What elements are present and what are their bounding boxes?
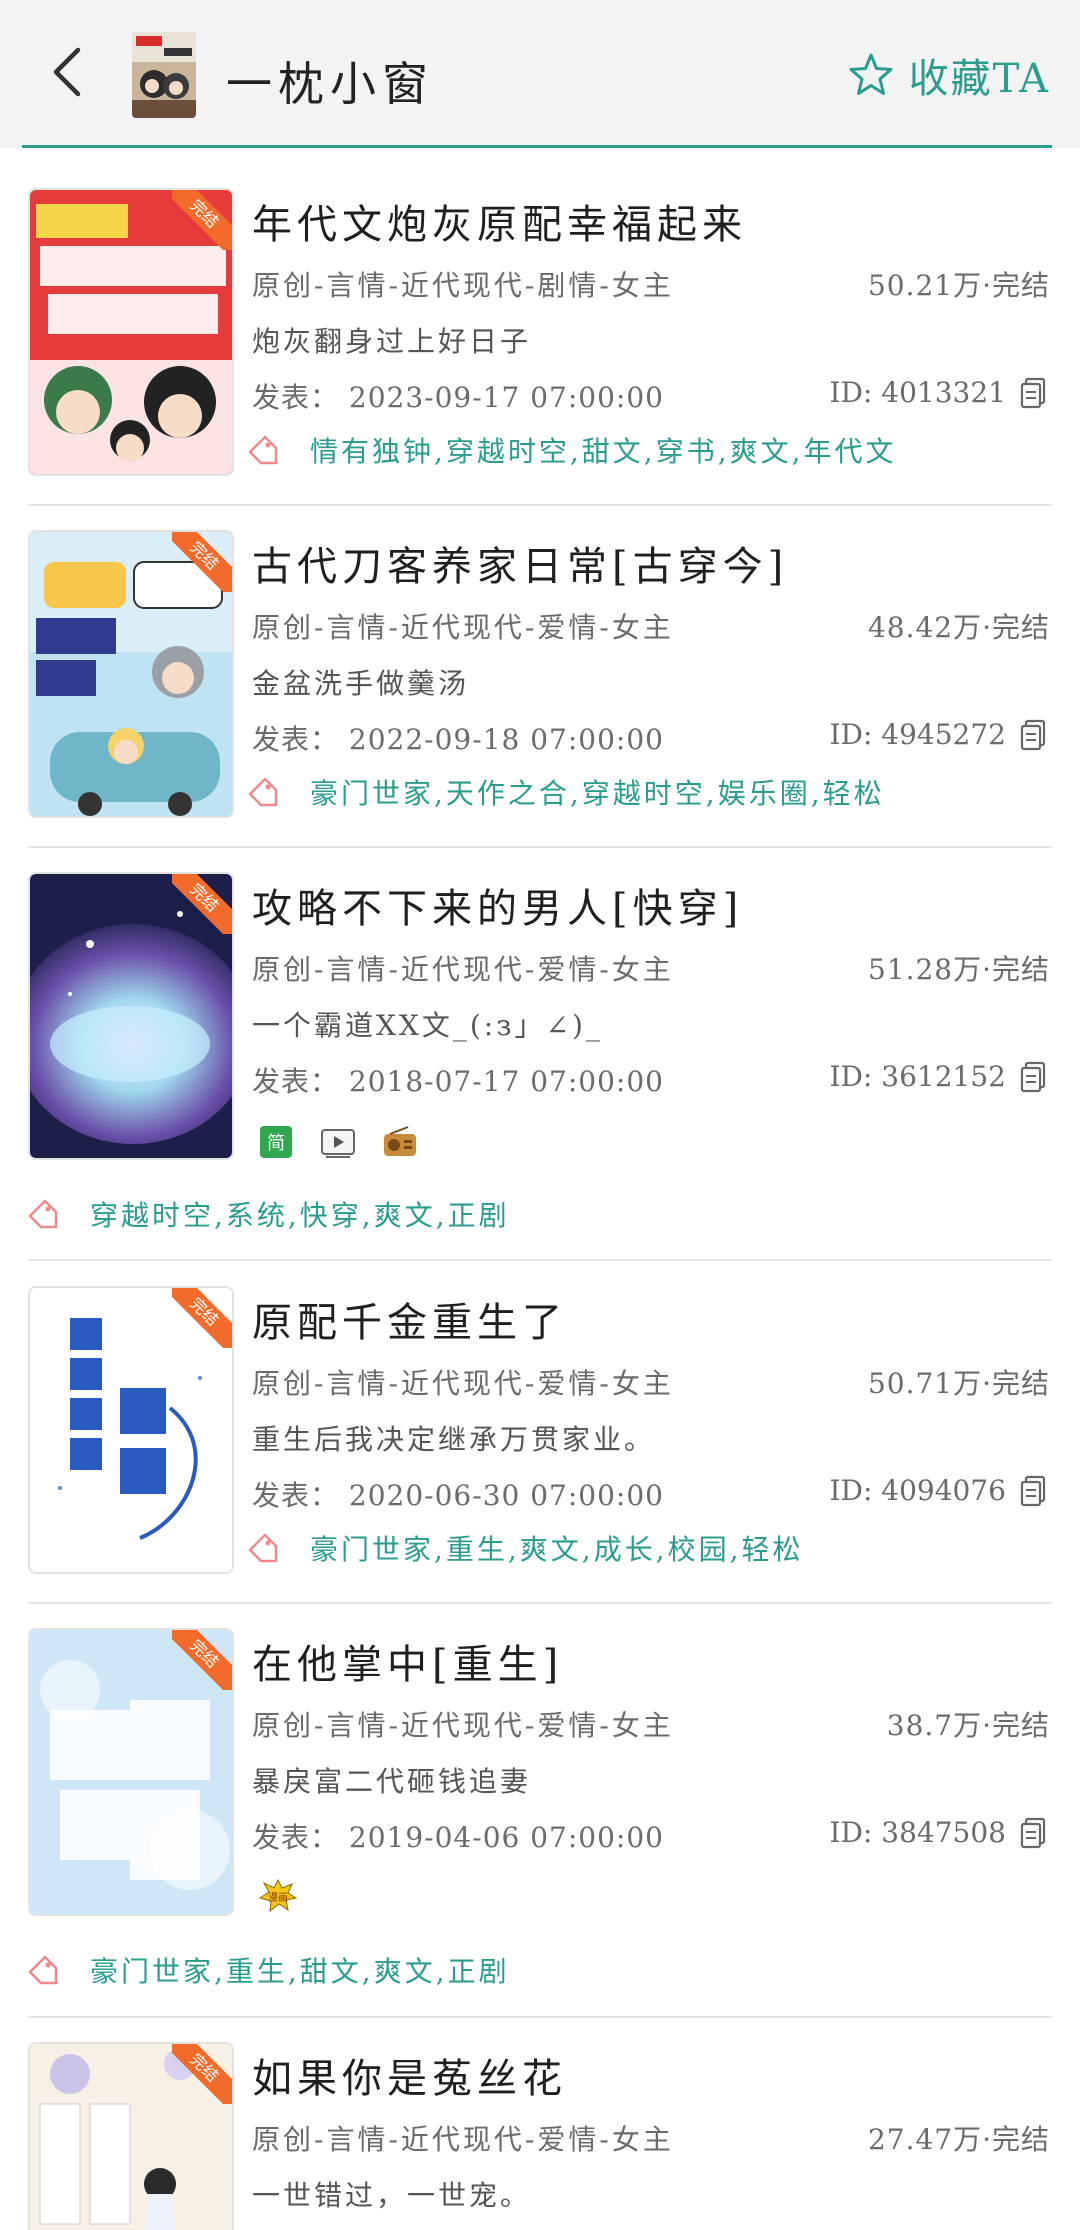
book-summary: 一个霸道XX文_(:з」∠)_	[252, 1009, 603, 1042]
book-title[interactable]: 在他掌中[重生]	[252, 1632, 563, 1690]
tag-icon	[28, 1199, 58, 1229]
book-category: 原创-言情-近代现代-爱情-女主	[252, 2123, 674, 2156]
book-word-count: 51.28万·完结	[867, 953, 1050, 986]
book-id: ID: 4945272	[829, 718, 1046, 751]
book-category: 原创-言情-近代现代-爱情-女主	[252, 953, 674, 986]
book-tags: 豪门世家,天作之合,穿越时空,娱乐圈,轻松	[246, 772, 885, 812]
tag-icon	[248, 435, 278, 465]
book-title[interactable]: 攻略不下来的男人[快穿]	[252, 876, 743, 934]
tag-icon	[248, 1533, 278, 1563]
back-button[interactable]	[44, 42, 96, 102]
copy-icon[interactable]	[1020, 377, 1046, 409]
favorite-label: 收藏TA	[908, 56, 1050, 102]
book-publish-date: 发表： 2020-06-30 07:00:00	[252, 1479, 664, 1512]
book-summary: 一世错过，一世宠。	[252, 2179, 532, 2212]
book-id: ID: 4013321	[829, 376, 1046, 409]
svg-text:简: 简	[267, 1133, 285, 1154]
book-cover[interactable]: 完结	[28, 1628, 234, 1916]
book-word-count: 50.71万·完结	[867, 1367, 1050, 1400]
book-word-count: 27.47万·完结	[867, 2123, 1050, 2156]
book-category: 原创-言情-近代现代-爱情-女主	[252, 1367, 674, 1400]
book-category: 原创-言情-近代现代-爱情-女主	[252, 1709, 674, 1742]
book-title[interactable]: 古代刀客养家日常[古穿今]	[252, 534, 788, 592]
book-publish-date: 发表： 2019-04-06 07:00:00	[252, 1821, 664, 1854]
top-app-bar: 一枕小窗 收藏TA	[0, 0, 1080, 148]
completed-ribbon: 完结	[172, 190, 232, 250]
completed-ribbon: 完结	[172, 1288, 232, 1348]
book-publish-date: 发表： 2018-07-17 07:00:00	[252, 1065, 664, 1098]
book-summary: 重生后我决定继承万贯家业。	[252, 1423, 656, 1456]
book-cover[interactable]: 完结	[28, 1286, 234, 1574]
copy-icon[interactable]	[1020, 1817, 1046, 1849]
format-icons: 漫画	[258, 1878, 298, 1914]
completed-ribbon: 完结	[172, 1630, 232, 1690]
book-title[interactable]: 原配千金重生了	[252, 1290, 567, 1348]
book-cover[interactable]: 完结	[28, 2042, 234, 2230]
book-cover[interactable]: 完结	[28, 188, 234, 476]
book-word-count: 50.21万·完结	[867, 269, 1050, 302]
divider	[28, 2016, 1052, 2018]
star-icon	[849, 53, 893, 95]
book-category: 原创-言情-近代现代-爱情-女主	[252, 611, 674, 644]
book-id: ID: 3612152	[829, 1060, 1046, 1093]
book-title[interactable]: 年代文炮灰原配幸福起来	[252, 192, 747, 250]
book-summary: 暴戾富二代砸钱追妻	[252, 1765, 532, 1798]
book-publish-date: 发表： 2023-09-17 07:00:00	[252, 381, 664, 414]
completed-ribbon: 完结	[172, 874, 232, 934]
format-icons: 简	[258, 1124, 418, 1160]
book-cover[interactable]: 完结	[28, 530, 234, 818]
book-tags: 情有独钟,穿越时空,甜文,穿书,爽文,年代文	[246, 430, 897, 470]
completed-ribbon: 完结	[172, 532, 232, 592]
tag-icon	[28, 1955, 58, 1985]
book-category: 原创-言情-近代现代-剧情-女主	[252, 269, 674, 302]
book-tags: 豪门世家,重生,爽文,成长,校园,轻松	[246, 1528, 804, 1568]
book-summary: 炮灰翻身过上好日子	[252, 325, 532, 358]
ebook-simplified-icon[interactable]: 简	[258, 1124, 294, 1160]
divider	[28, 846, 1052, 848]
book-title[interactable]: 如果你是菟丝花	[252, 2046, 567, 2104]
radio-icon[interactable]	[382, 1124, 418, 1160]
copy-icon[interactable]	[1020, 1061, 1046, 1093]
comic-icon[interactable]: 漫画	[258, 1878, 298, 1914]
copy-icon[interactable]	[1020, 1475, 1046, 1507]
author-name: 一枕小窗	[226, 57, 434, 111]
book-id: ID: 3847508	[829, 1816, 1046, 1849]
completed-ribbon: 完结	[172, 2044, 232, 2104]
divider	[28, 504, 1052, 506]
book-word-count: 48.42万·完结	[867, 611, 1050, 644]
header-underline	[22, 145, 1052, 148]
book-tags: 穿越时空,系统,快穿,爽文,正剧	[26, 1194, 510, 1234]
divider	[28, 1259, 1052, 1261]
copy-icon[interactable]	[1020, 719, 1046, 751]
book-cover[interactable]: 完结	[28, 872, 234, 1160]
divider	[28, 1602, 1052, 1604]
video-icon[interactable]	[320, 1124, 356, 1160]
book-summary: 金盆洗手做羹汤	[252, 667, 470, 700]
book-publish-date: 发表： 2022-09-18 07:00:00	[252, 723, 664, 756]
book-tags: 豪门世家,重生,甜文,爽文,正剧	[26, 1950, 510, 1990]
back-arrow-icon	[53, 47, 81, 97]
book-word-count: 38.7万·完结	[886, 1709, 1050, 1742]
author-avatar[interactable]	[132, 32, 196, 118]
svg-text:漫画: 漫画	[268, 1892, 288, 1904]
favorite-button[interactable]: 收藏TA	[847, 48, 1050, 102]
tag-icon	[248, 777, 278, 807]
book-id: ID: 4094076	[829, 1474, 1046, 1507]
